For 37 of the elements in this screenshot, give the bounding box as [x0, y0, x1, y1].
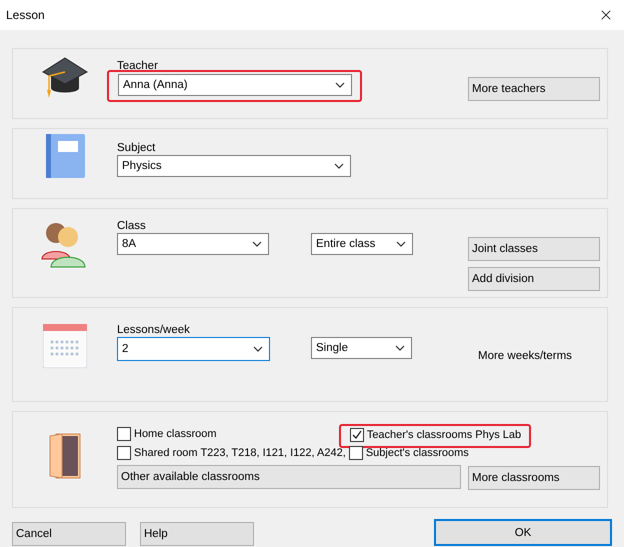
ok-button[interactable]: OK	[434, 519, 612, 546]
book-icon	[46, 134, 84, 178]
chevron-down-icon	[395, 345, 405, 351]
checkbox-label: Home classroom	[134, 428, 217, 440]
more-classrooms-button[interactable]: More classrooms	[468, 466, 600, 490]
checkbox[interactable]	[348, 446, 363, 460]
dropdown[interactable]: Entire class	[311, 233, 413, 255]
dialog-button[interactable]: Add division	[468, 267, 600, 291]
dropdown[interactable]: 2	[117, 337, 270, 361]
checkbox[interactable]	[117, 446, 131, 460]
field-label: Teacher	[117, 60, 158, 72]
chevron-down-icon	[335, 82, 345, 88]
dialog-button[interactable]: Cancel	[12, 522, 126, 546]
other-classrooms-button[interactable]: Other available classrooms	[117, 465, 461, 489]
window-title: Lesson	[6, 8, 45, 22]
chevron-down-icon	[334, 163, 344, 169]
checkbox-label: Shared room T223, T218, I121, I122, A242,	[134, 447, 346, 459]
field-label: Class	[117, 220, 146, 232]
chevron-down-icon	[252, 241, 262, 247]
field-label: Lessons/week	[117, 324, 190, 336]
checkbox[interactable]	[350, 428, 364, 442]
dialog-button[interactable]: Help	[140, 522, 254, 546]
chevron-down-icon	[253, 346, 263, 352]
dropdown[interactable]: 8A	[117, 233, 269, 255]
dropdown[interactable]: Anna (Anna)	[118, 74, 352, 96]
dialog-button[interactable]: Joint classes	[468, 237, 600, 261]
door-icon	[48, 432, 82, 480]
chevron-down-icon	[396, 241, 406, 247]
more-teachers-button[interactable]: More teachers	[468, 77, 600, 101]
checkbox[interactable]	[117, 427, 131, 441]
dropdown[interactable]: Physics	[117, 155, 351, 177]
checkbox-label: Teacher's classrooms Phys Lab	[366, 429, 522, 441]
calendar-icon	[43, 324, 87, 368]
more-weeks-terms-label[interactable]: More weeks/terms	[468, 342, 600, 362]
checkbox-label: Subject's classrooms	[366, 447, 469, 459]
dropdown[interactable]: Single	[311, 337, 412, 359]
field-label: Subject	[117, 142, 156, 154]
